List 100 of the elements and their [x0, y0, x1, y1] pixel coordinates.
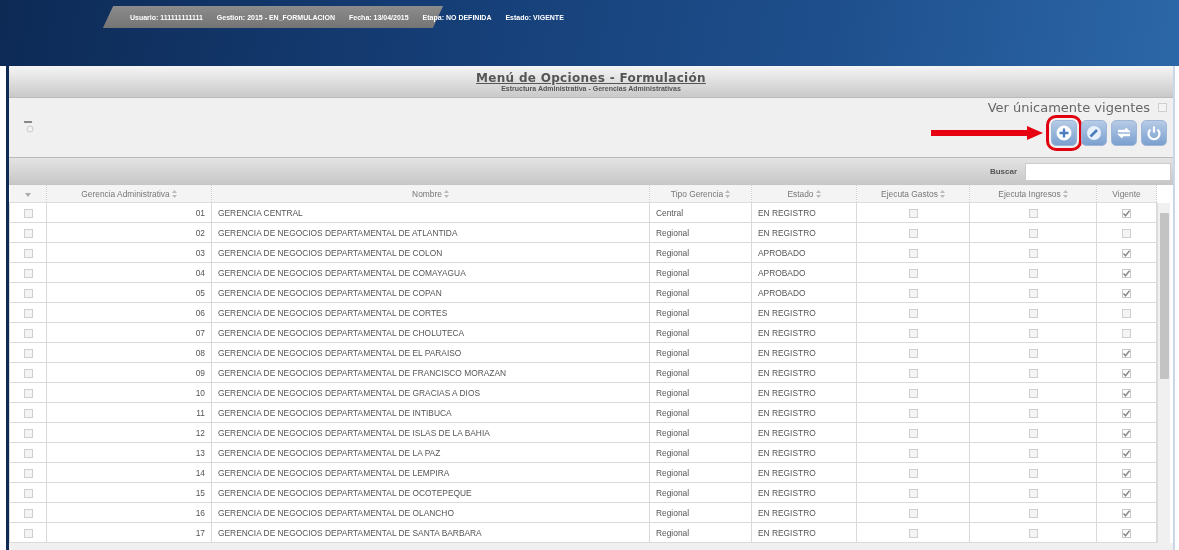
sort-icon[interactable] — [171, 190, 177, 199]
checkbox[interactable] — [1028, 468, 1038, 478]
filter-label: Ver únicamente vigentes — [987, 100, 1150, 115]
table-cell: 06 — [46, 302, 212, 323]
checkbox[interactable] — [1122, 468, 1131, 478]
checkbox[interactable] — [1122, 488, 1131, 498]
sort-icon[interactable] — [24, 192, 31, 197]
checkbox[interactable] — [1028, 488, 1038, 498]
checkbox[interactable] — [23, 228, 33, 238]
checkbox[interactable] — [1028, 228, 1038, 238]
sort-icon[interactable] — [815, 190, 821, 199]
checkbox[interactable] — [23, 428, 33, 438]
checkbox[interactable] — [908, 508, 918, 518]
checkbox[interactable] — [23, 268, 33, 278]
checkbox[interactable] — [1122, 348, 1131, 358]
table-cell: EN REGISTRO — [751, 482, 857, 503]
checkbox[interactable] — [23, 248, 33, 258]
checkbox[interactable] — [908, 408, 918, 418]
checkbox[interactable] — [908, 528, 918, 538]
checkbox[interactable] — [908, 228, 918, 238]
checkbox[interactable] — [1028, 288, 1038, 298]
checkbox[interactable] — [23, 488, 33, 498]
checkbox[interactable] — [1122, 408, 1131, 418]
checkbox[interactable] — [1028, 268, 1038, 278]
column-header[interactable]: Nombre — [211, 185, 650, 203]
checkbox[interactable] — [1028, 248, 1038, 258]
checkbox[interactable] — [908, 368, 918, 378]
table-cell: Regional — [649, 522, 752, 543]
checkbox[interactable] — [1028, 348, 1038, 358]
table-cell: EN REGISTRO — [751, 202, 857, 223]
sort-icon[interactable] — [1062, 190, 1068, 199]
column-header[interactable]: Gerencia Administrativa — [46, 185, 212, 203]
checkbox[interactable] — [23, 508, 33, 518]
checkbox[interactable] — [23, 308, 33, 318]
checkbox[interactable] — [23, 388, 33, 398]
checkbox[interactable] — [908, 328, 918, 338]
checkbox[interactable] — [1028, 408, 1038, 418]
column-header[interactable]: Ejecuta Ingresos — [969, 185, 1097, 203]
edit-button[interactable] — [1081, 120, 1107, 146]
checkbox[interactable] — [23, 468, 33, 478]
checkbox[interactable] — [1122, 228, 1131, 238]
checkbox[interactable] — [1122, 388, 1131, 398]
swap-button[interactable] — [1111, 120, 1137, 146]
checkbox[interactable] — [1028, 208, 1038, 218]
checkbox[interactable] — [1122, 268, 1131, 278]
table-cell: APROBADO — [751, 262, 857, 283]
checkbox[interactable] — [908, 268, 918, 278]
column-header[interactable]: Tipo Gerencia — [649, 185, 752, 203]
checkbox[interactable] — [1028, 448, 1038, 458]
checkbox[interactable] — [1028, 428, 1038, 438]
checkbox[interactable] — [23, 348, 33, 358]
checkbox[interactable] — [1028, 508, 1038, 518]
scrollbar[interactable] — [1157, 203, 1170, 543]
checkbox[interactable] — [1122, 528, 1131, 538]
column-header[interactable]: Estado — [751, 185, 857, 203]
checkbox[interactable] — [908, 248, 918, 258]
checkbox[interactable] — [1028, 328, 1038, 338]
checkbox[interactable] — [908, 208, 918, 218]
checkbox[interactable] — [908, 308, 918, 318]
table-cell: GERENCIA DE NEGOCIOS DEPARTAMENTAL DE OLANCHO — [211, 502, 650, 523]
sort-icon[interactable] — [939, 190, 945, 199]
checkbox[interactable] — [908, 468, 918, 478]
column-header[interactable]: Vigente — [1096, 185, 1157, 203]
checkbox[interactable] — [1158, 103, 1167, 112]
checkbox[interactable] — [1122, 508, 1131, 518]
exit-button[interactable] — [1141, 120, 1167, 146]
checkbox[interactable] — [23, 528, 33, 538]
sort-icon[interactable] — [443, 190, 449, 199]
table-cell: GERENCIA DE NEGOCIOS DEPARTAMENTAL DE INTIBUCA — [211, 402, 650, 423]
checkbox[interactable] — [1122, 248, 1131, 258]
search-field[interactable] — [1025, 162, 1171, 181]
table-cell: EN REGISTRO — [751, 362, 857, 383]
checkbox[interactable] — [1122, 428, 1131, 438]
table-cell: EN REGISTRO — [751, 322, 857, 343]
checkbox[interactable] — [1028, 368, 1038, 378]
checkbox[interactable] — [23, 288, 33, 298]
table-cell: 16 — [46, 502, 212, 523]
checkbox[interactable] — [1028, 388, 1038, 398]
checkbox[interactable] — [1122, 288, 1131, 298]
column-header[interactable]: Ejecuta Gastos — [856, 185, 970, 203]
checkbox[interactable] — [1122, 368, 1131, 378]
checkbox[interactable] — [908, 388, 918, 398]
checkbox[interactable] — [908, 448, 918, 458]
checkbox[interactable] — [23, 368, 33, 378]
add-icon — [1054, 123, 1074, 143]
checkbox[interactable] — [908, 428, 918, 438]
checkbox[interactable] — [1122, 308, 1131, 318]
checkbox[interactable] — [908, 348, 918, 358]
checkbox[interactable] — [1028, 308, 1038, 318]
checkbox[interactable] — [1122, 208, 1131, 218]
checkbox[interactable] — [23, 408, 33, 418]
checkbox[interactable] — [23, 328, 33, 338]
checkbox[interactable] — [908, 488, 918, 498]
sort-icon[interactable] — [725, 190, 731, 199]
checkbox[interactable] — [908, 288, 918, 298]
checkbox[interactable] — [1028, 528, 1038, 538]
checkbox[interactable] — [23, 208, 33, 218]
checkbox[interactable] — [1122, 448, 1131, 458]
checkbox[interactable] — [1122, 328, 1131, 338]
checkbox[interactable] — [23, 448, 33, 458]
